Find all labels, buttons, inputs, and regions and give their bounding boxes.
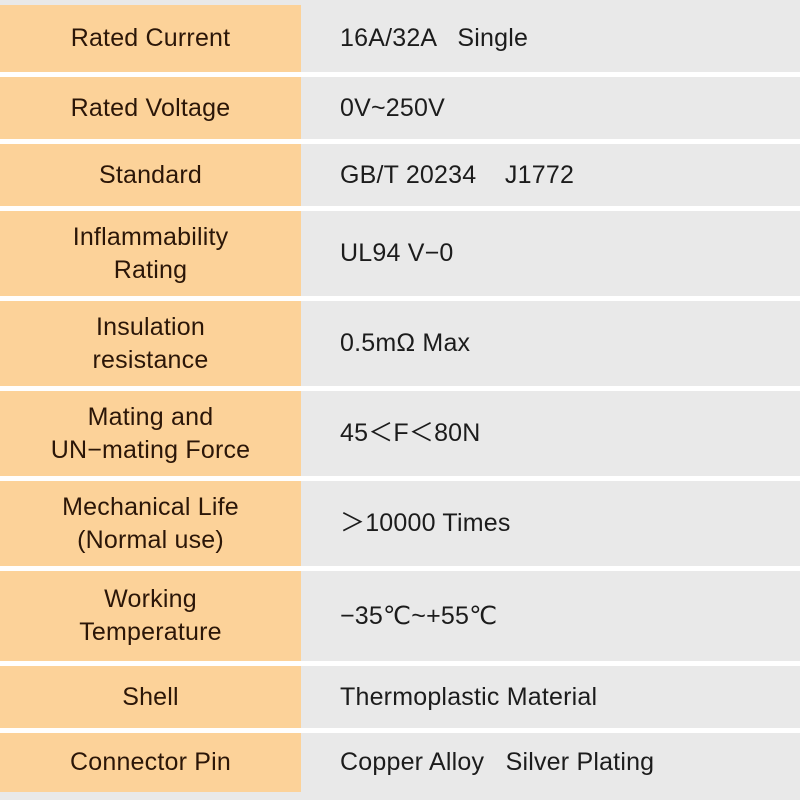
spec-label-line: Rated Voltage [70,93,231,122]
spec-label-cell: Insulation resistance [0,301,301,386]
spec-label-cell: Rated Current [0,5,301,72]
spec-label-line: (Normal use) [77,525,224,554]
spec-label-line: Mating and [87,402,214,431]
spec-label-line: resistance [92,345,209,374]
spec-label-cell: Working Temperature [0,571,301,661]
spec-label-line: UN−mating Force [50,435,251,464]
spec-value-cell: 16A/32A Single [301,5,800,72]
spec-label-text: Rated Current [71,22,231,55]
table-row: Mechanical Life (Normal use) ＞10000 Times [0,476,800,566]
table-row: Inflammability Rating UL94 V−0 [0,206,800,296]
spec-label-cell: Standard [0,144,301,206]
spec-value-cell: −35℃~+55℃ [301,571,800,661]
spec-label-line: Temperature [79,618,222,646]
spec-value-text: 16A/32A Single [340,24,529,52]
spec-label-line: Standard [98,160,203,189]
spec-label-text: Standard [99,159,202,192]
spec-value-text: 45＜F＜80N [340,419,481,447]
table-row: Shell Thermoplastic Material [0,661,800,728]
table-row: Mating and UN−mating Force 45＜F＜80N [0,386,800,476]
table-row: Standard GB/T 20234 J1772 [0,139,800,206]
spec-label-text: Inflammability Rating [73,221,229,287]
spec-label-text: Shell [122,681,179,714]
table-row: Connector Pin Copper Alloy Silver Plating [0,728,800,792]
spec-label-line: Connector Pin [69,748,232,776]
spec-label-line: Working [104,585,197,613]
spec-label-cell: Mechanical Life (Normal use) [0,481,301,566]
spec-value-cell: UL94 V−0 [301,211,800,296]
spec-value-text: 0V~250V [340,93,445,122]
spec-value-cell: Thermoplastic Material [301,666,800,728]
spec-value-text: ＞10000 Times [340,509,511,537]
table-row: Insulation resistance 0.5mΩ Max [0,296,800,386]
spec-label-text: Connector Pin [70,746,231,779]
spec-value-cell: Copper Alloy Silver Plating [301,733,800,792]
spec-label-cell: Shell [0,666,301,728]
spec-value-text: Copper Alloy Silver Plating [340,748,655,776]
spec-label-line: Insulation [95,312,205,341]
spec-value-cell: ＞10000 Times [301,481,800,566]
spec-value-text: −35℃~+55℃ [340,601,498,630]
table-row: Rated Current 16A/32A Single [0,5,800,72]
spec-label-text: Insulation resistance [93,311,209,377]
spec-label-cell: Mating and UN−mating Force [0,391,301,476]
table-row: Working Temperature −35℃~+55℃ [0,566,800,661]
spec-value-text: 0.5mΩ Max [340,329,471,357]
specification-table: Rated Current 16A/32A Single Rated Voltage… [0,0,800,800]
spec-label-line: Rated Current [70,24,231,52]
spec-label-text: Mechanical Life (Normal use) [62,491,239,557]
spec-value-cell: 45＜F＜80N [301,391,800,476]
spec-value-text: GB/T 20234 J1772 [340,160,575,189]
spec-label-cell: Rated Voltage [0,77,301,139]
spec-label-text: Working Temperature [79,583,222,649]
spec-value-text: Thermoplastic Material [340,682,598,711]
table-row: Rated Voltage 0V~250V [0,72,800,139]
spec-label-line: Inflammability [72,222,229,251]
spec-label-text: Mating and UN−mating Force [51,401,251,467]
spec-value-cell: 0V~250V [301,77,800,139]
spec-label-line: Mechanical Life [62,492,239,521]
spec-value-cell: 0.5mΩ Max [301,301,800,386]
spec-value-cell: GB/T 20234 J1772 [301,144,800,206]
spec-label-text: Rated Voltage [71,92,231,125]
spec-label-line: Rating [113,255,188,284]
spec-value-text: UL94 V−0 [340,239,454,267]
spec-label-cell: Connector Pin [0,733,301,792]
spec-label-cell: Inflammability Rating [0,211,301,296]
spec-label-line: Shell [122,682,179,711]
